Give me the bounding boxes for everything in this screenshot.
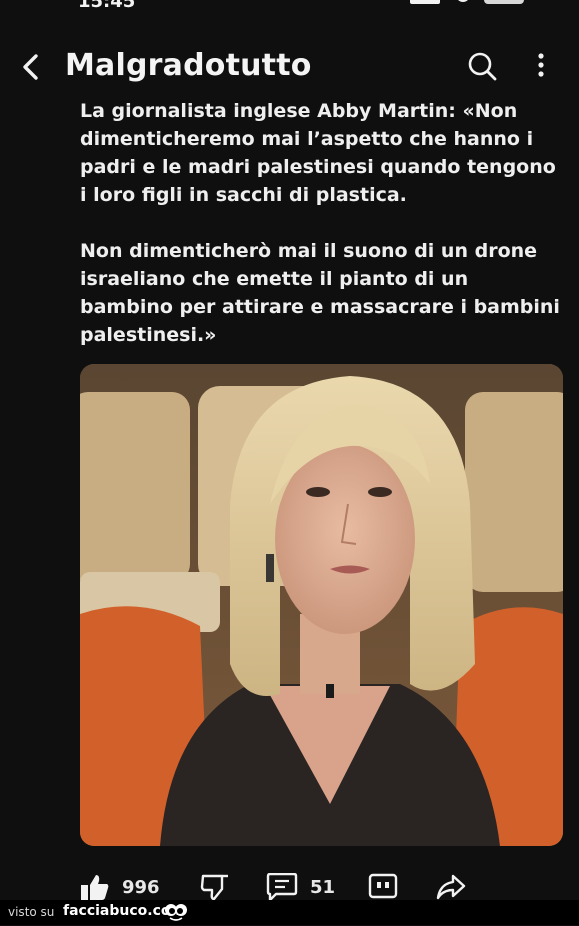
comments-button[interactable]: 51 — [266, 872, 335, 902]
post-paragraph-2: Non dimenticherò mai il suono di un dron… — [80, 240, 560, 346]
like-button[interactable]: 996 — [80, 872, 160, 902]
comment-count: 51 — [310, 876, 336, 898]
eyes-logo-icon — [164, 902, 188, 922]
dislike-button[interactable] — [200, 872, 230, 902]
quote-button[interactable] — [368, 872, 398, 902]
wifi-icon — [456, 0, 470, 2]
dislike-icon — [200, 873, 230, 901]
search-icon[interactable] — [466, 50, 498, 82]
share-icon — [435, 873, 467, 901]
post-video-thumbnail[interactable] — [80, 364, 563, 846]
share-button[interactable] — [435, 872, 467, 902]
like-icon — [80, 873, 110, 901]
status-bar: 15:45 — [0, 0, 579, 16]
page-title: Malgradotutto — [65, 48, 312, 83]
post-paragraph-1: La giornalista inglese Abby Martin: «Non… — [80, 100, 556, 206]
comment-icon — [266, 873, 298, 901]
action-bar: 996 51 — [0, 862, 579, 902]
battery-icon — [484, 0, 524, 4]
status-time: 15:45 — [78, 0, 136, 12]
back-icon[interactable] — [18, 50, 46, 84]
watermark-visto: visto su — [8, 905, 55, 919]
more-icon[interactable] — [528, 50, 554, 82]
like-count: 996 — [122, 876, 160, 898]
watermark-footer: visto su facciabuco.com — [0, 900, 579, 925]
signal-icon — [410, 0, 440, 4]
post-text: La giornalista inglese Abby Martin: «Non… — [80, 97, 565, 349]
app-header: Malgradotutto — [0, 40, 579, 98]
status-icons — [410, 0, 530, 8]
quote-icon — [368, 873, 398, 901]
